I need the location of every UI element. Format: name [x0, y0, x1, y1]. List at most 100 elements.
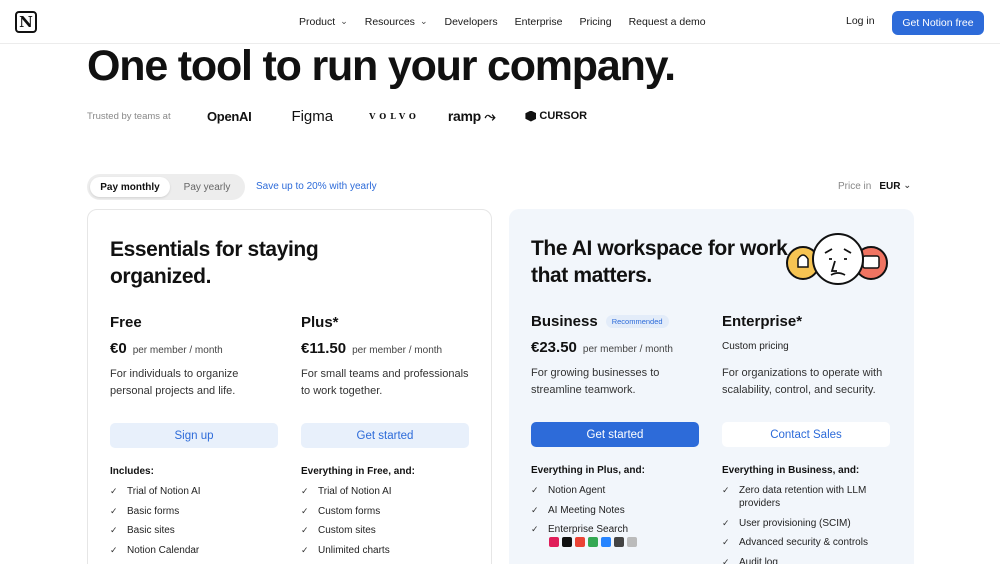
- chat-bubble-icon: [862, 255, 880, 269]
- nav-product-label: Product: [299, 16, 336, 28]
- nav-links: Product ⌄ Resources ⌄ Developers Enterpris…: [299, 0, 706, 44]
- features-heading: Everything in Plus, and:: [531, 465, 645, 476]
- list-item: ✓ Basic sites: [110, 524, 285, 537]
- chevron-down-icon: ⌄: [340, 15, 348, 26]
- billing-toggle: Pay monthly Pay yearly: [87, 174, 245, 200]
- nav-product[interactable]: Product ⌄: [299, 15, 348, 29]
- feature-text: Zero data retention with LLM providers: [739, 485, 867, 509]
- customer-logos: OpenAI Figma VOLVO ramp ⤳ CURSOR: [207, 104, 587, 128]
- custom-pricing: Custom pricing: [722, 341, 789, 352]
- list-item: ✓ Zero data retention with LLM providers: [722, 484, 897, 510]
- feature-text: Notion Agent: [548, 485, 606, 496]
- plan-name-text: Enterprise*: [722, 312, 803, 330]
- login-link[interactable]: Log in: [846, 15, 875, 27]
- integration-icons: [549, 537, 637, 547]
- plan-price: €23.50: [531, 339, 577, 356]
- price-row: €11.50 per member / month: [301, 340, 471, 358]
- check-icon: ✓: [722, 485, 730, 495]
- pay-yearly-option[interactable]: Pay yearly: [173, 177, 241, 197]
- nav-pricing[interactable]: Pricing: [579, 16, 611, 28]
- feature-text: AI Meeting Notes: [548, 504, 625, 516]
- feature-text: Notion Calendar: [127, 544, 200, 556]
- nav-enterprise[interactable]: Enterprise: [515, 16, 563, 28]
- list-item: ✓ Notion Agent: [531, 484, 706, 497]
- ramp-logo-text: ramp: [447, 107, 481, 124]
- feature-text: Audit log: [739, 556, 778, 564]
- slack-icon: [549, 537, 559, 547]
- plan-business: Business Recommended €23.50 per member / m…: [531, 312, 701, 417]
- plan-plus: Plus* €11.50 per member / month For small…: [301, 313, 471, 418]
- nav-request-demo[interactable]: Request a demo: [629, 16, 706, 28]
- list-item: ✓ Advanced security & controls: [722, 536, 897, 549]
- check-icon: ✓: [722, 537, 730, 547]
- list-item: ✓ User provisioning (SCIM): [722, 517, 897, 530]
- plan-price: €11.50: [301, 340, 347, 357]
- cursor-logo: CURSOR: [525, 110, 587, 122]
- list-item: ✓ Trial of Notion AI: [301, 485, 476, 498]
- nav-pricing-label: Pricing: [579, 16, 612, 28]
- contact-sales-button[interactable]: Contact Sales: [722, 422, 890, 447]
- price-unit: per member / month: [582, 344, 673, 355]
- check-icon: ✓: [301, 486, 309, 496]
- plan-description: For individuals to organize personal pro…: [110, 368, 239, 397]
- feature-text: Basic forms: [127, 505, 180, 517]
- chevron-down-icon: ⌄: [419, 15, 428, 26]
- jira-icon: [601, 537, 611, 547]
- currency-dropdown[interactable]: EUR ⌄: [879, 180, 911, 192]
- list-item: ✓ Custom sites: [301, 524, 476, 537]
- ramp-logo: ramp ⤳: [448, 108, 496, 125]
- ai-workspace-card: The AI workspace for work that matters. …: [509, 209, 914, 564]
- lightbulb-icon: [797, 254, 809, 268]
- notion-logo-icon[interactable]: N: [15, 11, 37, 33]
- price-unit: per member / month: [352, 345, 443, 356]
- thinking-face-icon: [812, 233, 864, 285]
- hero-title: One tool to run your company.: [87, 42, 676, 90]
- check-icon: ✓: [722, 517, 730, 528]
- openai-logo: OpenAI: [207, 108, 252, 124]
- nav-request-demo-label: Request a demo: [628, 16, 706, 28]
- check-icon: ✓: [110, 525, 118, 535]
- feature-text: Enterprise Search: [548, 524, 629, 535]
- nav-resources[interactable]: Resources ⌄: [364, 15, 428, 29]
- price-unit: per member / month: [132, 345, 223, 356]
- file-icon: [627, 537, 637, 547]
- plus-get-started-button[interactable]: Get started: [301, 423, 469, 448]
- cube-icon: [525, 110, 537, 122]
- currency-value: EUR: [879, 181, 901, 192]
- plan-name-text: Plus*: [301, 313, 339, 331]
- get-notion-free-button[interactable]: Get Notion free: [892, 11, 984, 35]
- price-row: €23.50 per member / month: [531, 339, 701, 357]
- pay-monthly-option[interactable]: Pay monthly: [90, 177, 170, 197]
- essentials-card: Essentials for staying organized. Free €…: [87, 209, 492, 564]
- feature-text: User provisioning (SCIM): [739, 517, 851, 529]
- features-heading: Includes:: [110, 466, 154, 477]
- list-item: ✓ Enterprise Search: [531, 523, 706, 536]
- list-item: ✓ Basic forms: [110, 505, 285, 518]
- check-icon: ✓: [531, 485, 539, 495]
- feature-list-plus: ✓ Trial of Notion AI ✓ Custom forms ✓ Custo…: [301, 485, 476, 563]
- volvo-logo: VOLVO: [369, 111, 420, 121]
- business-get-started-button[interactable]: Get started: [531, 422, 699, 447]
- check-icon: ✓: [301, 544, 309, 555]
- nav-resources-label: Resources: [364, 16, 415, 28]
- check-icon: ✓: [531, 524, 539, 534]
- cursor-logo-text: CURSOR: [539, 110, 588, 122]
- list-item: ✓ Custom forms: [301, 505, 476, 518]
- price-row: €0 per member / month: [110, 340, 280, 358]
- feature-text: Custom forms: [318, 505, 381, 517]
- plan-name: Business Recommended: [531, 312, 701, 330]
- feature-text: Basic sites: [127, 525, 175, 536]
- nav-developers[interactable]: Developers: [444, 16, 497, 28]
- sign-up-button[interactable]: Sign up: [110, 423, 278, 448]
- figma-logo: Figma: [291, 107, 334, 125]
- linear-icon: [614, 537, 624, 547]
- plan-free: Free €0 per member / month For individual…: [110, 313, 280, 418]
- features-heading: Everything in Free, and:: [301, 466, 415, 477]
- google-drive-icon: [588, 537, 598, 547]
- check-icon: ✓: [110, 486, 118, 496]
- gmail-icon: [575, 537, 585, 547]
- trusted-label: Trusted by teams at: [87, 111, 171, 122]
- currency-selector: Price in EUR ⌄: [838, 180, 911, 192]
- save-yearly-note: Save up to 20% with yearly: [256, 181, 377, 192]
- github-icon: [562, 537, 572, 547]
